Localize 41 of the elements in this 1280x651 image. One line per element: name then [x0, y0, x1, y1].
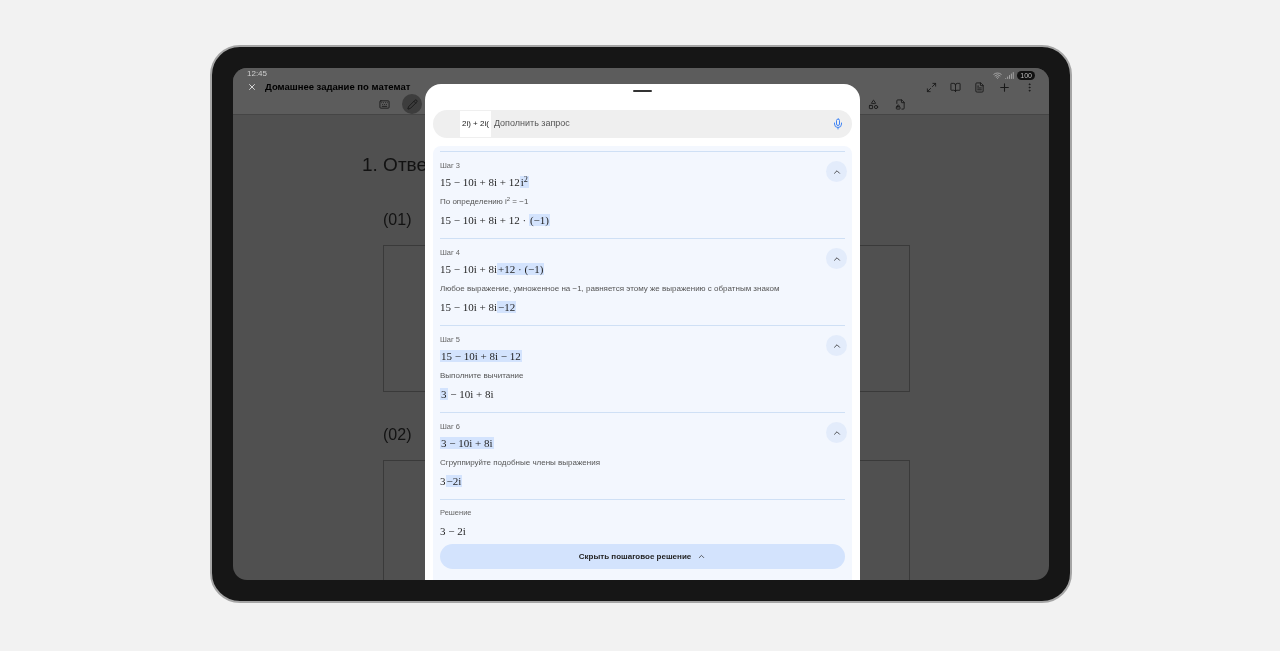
pen-tool-button[interactable]	[402, 94, 422, 115]
wifi-icon	[993, 71, 1003, 80]
pen-icon	[406, 98, 418, 110]
expand-icon[interactable]	[926, 81, 937, 93]
math-expression: 3 − 10i + 8i	[440, 436, 494, 451]
math-expression: 15 − 10i + 8i + 12i$^{2}$	[440, 175, 529, 190]
status-time: 12:45	[247, 68, 268, 80]
math-expression: 15 − 10i + 8i − 12	[440, 349, 522, 364]
document-title: Домашнее задание по математ	[265, 80, 411, 94]
solution-expression: 3 − 2i	[440, 524, 467, 539]
math-expression: 15 − 10i + 8i+12 · (−1)	[440, 262, 545, 277]
collapse-button[interactable]	[826, 248, 847, 269]
step-explanation: Любое выражение, умноженное на −1, равняется этому же выражению с обратным знаком	[440, 283, 781, 295]
search-input[interactable]: Дополнить запрос	[493, 117, 832, 131]
math-expression: 15 − 10i + 8i−12	[440, 300, 517, 315]
signal-icon	[1005, 71, 1015, 80]
mic-icon[interactable]	[832, 118, 844, 130]
search-field[interactable]: 2i) + 2i( Дополнить запрос	[433, 110, 852, 138]
document-icon[interactable]	[974, 81, 985, 93]
search-query: 2i) + 2i(	[460, 111, 491, 137]
question-heading: 1. Отве	[362, 153, 428, 178]
collapse-button[interactable]	[826, 422, 847, 443]
drag-handle[interactable]	[633, 90, 652, 92]
book-icon[interactable]	[950, 81, 961, 93]
answer-label: (01)	[383, 210, 412, 231]
collapse-button[interactable]	[826, 335, 847, 356]
locked-file-icon[interactable]	[895, 98, 906, 110]
keyboard-icon	[378, 98, 390, 110]
step-explanation: По определению i$^{2}$ = −1	[440, 195, 530, 208]
shapes-icon[interactable]	[868, 98, 879, 110]
math-expression: 3−2i	[440, 474, 463, 489]
add-icon[interactable]	[998, 80, 1011, 94]
step-explanation: Выполните вычитание	[440, 370, 525, 382]
answer-label: (02)	[383, 425, 412, 446]
hide-steps-button[interactable]: Скрыть пошаговое решение	[440, 544, 845, 569]
close-icon	[247, 82, 257, 93]
math-expression: 15 − 10i + 8i + 12 · (−1)	[440, 213, 550, 228]
collapse-button[interactable]	[826, 161, 847, 182]
chevron-up-icon	[697, 552, 707, 561]
step-explanation: Сгруппируйте подобные члены выражения	[440, 457, 601, 469]
math-expression: 3 − 10i + 8i	[440, 387, 494, 402]
